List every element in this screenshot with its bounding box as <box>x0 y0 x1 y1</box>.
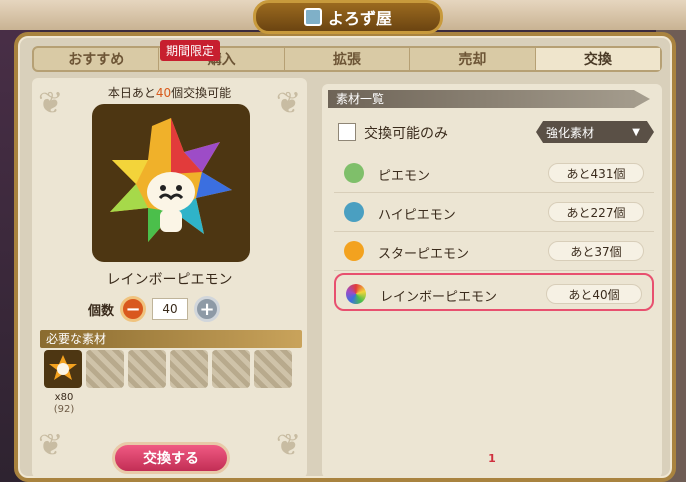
rainbow-piemon-icon <box>110 118 232 242</box>
decrease-button[interactable]: − <box>120 296 147 322</box>
swirl-ornament-icon: ❦ <box>38 428 64 463</box>
material-slot-empty <box>86 350 124 388</box>
list-item-name: スターピエモン <box>378 247 470 262</box>
list-item-count: あと37個 <box>548 241 644 261</box>
filter-row: 交換可能のみ 強化素材 ▼ <box>338 120 654 146</box>
quantity-stepper: 個数 − 40 + <box>88 296 221 322</box>
exchange-button[interactable]: 交換する <box>112 442 230 474</box>
rainbow-piemon-icon <box>346 284 366 304</box>
material-slot-empty <box>254 350 292 388</box>
list-item-count: あと227個 <box>548 202 644 222</box>
star-piemon-icon <box>344 241 364 261</box>
required-count: x80 <box>54 392 74 403</box>
plus-icon: + <box>199 298 215 320</box>
shop-icon <box>303 8 322 26</box>
increase-button[interactable]: + <box>194 296 221 322</box>
list-item[interactable]: スターピエモン あと37個 <box>334 232 654 271</box>
item-detail-panel: ❦ ❦ 本日あと40個交換可能 レインボーピエモン 個数 − 40 + 必要な素… <box>32 78 307 478</box>
window-title: よろず屋 <box>327 9 392 28</box>
required-materials-slots <box>44 350 292 388</box>
list-item[interactable]: ハイピエモン あと227個 <box>334 193 654 232</box>
list-item-count: あと431個 <box>548 163 644 183</box>
quota-prefix: 本日あと <box>107 86 156 100</box>
category-select[interactable]: 強化素材 ▼ <box>536 121 654 143</box>
material-slot[interactable] <box>44 350 82 388</box>
material-slot-empty <box>170 350 208 388</box>
list-item[interactable]: ピエモン あと431個 <box>334 154 654 193</box>
piemon-icon <box>344 163 364 183</box>
high-piemon-icon <box>344 202 364 222</box>
window-title-plate: よろず屋 <box>253 0 443 34</box>
chevron-down-icon: ▼ <box>632 126 640 138</box>
page-number[interactable]: 1 <box>322 452 662 465</box>
category-select-value: 強化素材 <box>546 125 595 140</box>
star-piemon-icon <box>49 355 77 380</box>
exchangeable-only-label: 交換可能のみ <box>364 126 448 142</box>
tab-sell[interactable]: 売却 <box>410 48 536 70</box>
tab-recommended[interactable]: おすすめ <box>34 48 160 70</box>
minus-icon: − <box>125 298 141 320</box>
tab-bar: おすすめ 購入 拡張 売却 交換 <box>32 46 662 72</box>
material-list: ピエモン あと431個 ハイピエモン あと227個 スターピエモン あと37個 … <box>334 154 654 311</box>
list-item-selected[interactable]: レインボーピエモン あと40個 <box>334 273 654 311</box>
quota-suffix: 個交換可能 <box>171 86 232 100</box>
quantity-input[interactable]: 40 <box>152 298 189 320</box>
required-materials-header: 必要な素材 <box>40 330 302 348</box>
item-name: レインボーピエモン <box>106 272 233 288</box>
list-item-name: ピエモン <box>378 169 431 184</box>
quantity-label: 個数 <box>88 303 115 319</box>
exchange-quota: 本日あと40個交換可能 <box>32 84 307 101</box>
swirl-ornament-icon: ❦ <box>275 428 301 463</box>
tab-expand[interactable]: 拡張 <box>285 48 411 70</box>
owned-count: (92) <box>53 404 75 415</box>
tab-exchange[interactable]: 交換 <box>535 48 661 70</box>
list-item-count: あと40個 <box>546 284 642 304</box>
material-slot-empty <box>128 350 166 388</box>
item-image <box>92 104 250 262</box>
exchangeable-only-checkbox[interactable] <box>338 123 356 141</box>
quota-number: 40 <box>155 86 172 100</box>
material-list-panel: 素材一覧 交換可能のみ 強化素材 ▼ ピエモン あと431個 ハイピエモン あと… <box>322 84 662 478</box>
material-slot-empty <box>212 350 250 388</box>
list-item-name: レインボーピエモン <box>380 290 498 305</box>
limited-badge: 期間限定 <box>160 40 221 61</box>
list-item-name: ハイピエモン <box>378 208 456 223</box>
material-list-header: 素材一覧 <box>328 90 650 108</box>
